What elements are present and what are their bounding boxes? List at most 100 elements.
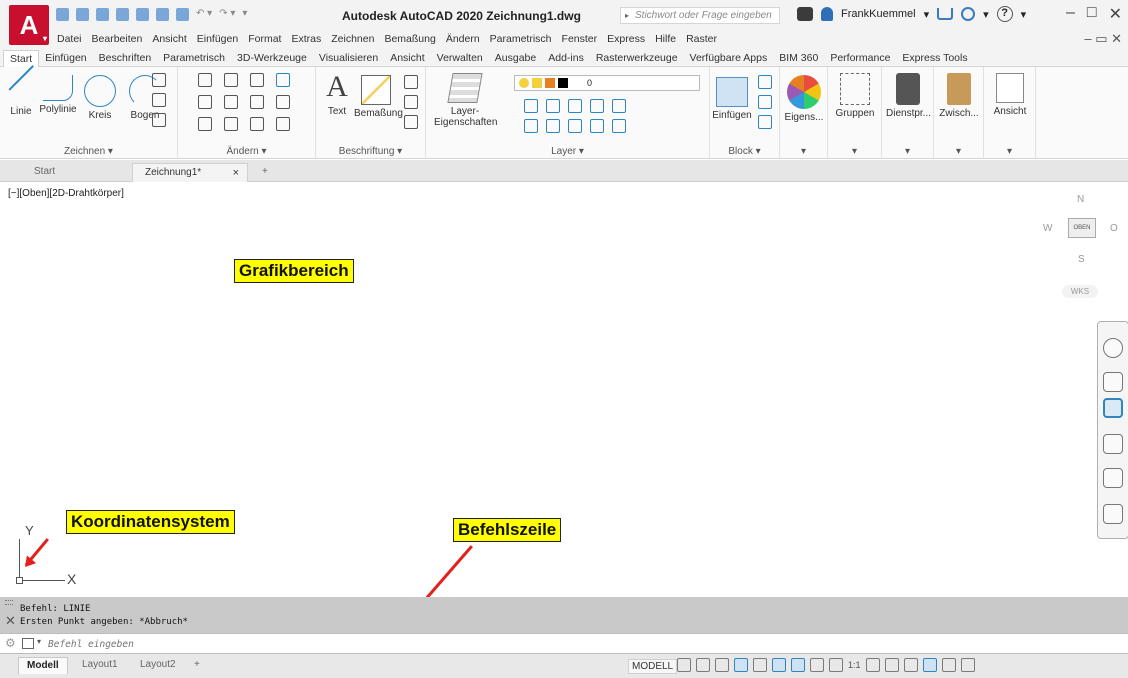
insert-block-tool[interactable]: Einfügen	[712, 77, 752, 121]
viewcube-east[interactable]: O	[1110, 223, 1118, 234]
table-icon[interactable]	[404, 115, 418, 129]
panel-title[interactable]: Block ▾	[710, 146, 779, 157]
fillet-icon[interactable]	[250, 95, 264, 109]
new-tab-button[interactable]: +	[250, 163, 280, 182]
chevron-down-icon[interactable]: ▾	[37, 637, 41, 646]
user-icon[interactable]	[821, 7, 833, 21]
panel-expand-icon[interactable]: ▾	[984, 146, 1035, 157]
copy-icon[interactable]	[198, 95, 212, 109]
chevron-down-icon[interactable]: ▾	[1021, 8, 1027, 21]
polar-tracking-icon[interactable]	[734, 658, 748, 672]
layer-properties-tool[interactable]: Layer- Eigenschaften	[434, 73, 497, 128]
ribbon-tab-14[interactable]: Express Tools	[896, 50, 973, 67]
username-label[interactable]: FrankKuemmel	[841, 8, 916, 20]
utilities-tool[interactable]: Dienstpr...	[886, 73, 931, 119]
ucs-origin-icon[interactable]	[16, 577, 23, 584]
annotation-scale[interactable]: 1:1	[848, 660, 861, 670]
layout-tab-layout2[interactable]: Layout2	[132, 657, 184, 674]
layer-tool-icon[interactable]	[524, 99, 538, 113]
customize-icon[interactable]: ⚙	[5, 636, 16, 650]
panel-title[interactable]: Zeichnen ▾	[0, 146, 177, 157]
layer-tool-icon[interactable]	[524, 119, 538, 133]
ribbon-tab-1[interactable]: Einfügen	[39, 50, 92, 67]
layout-tab-model[interactable]: Modell	[18, 657, 68, 674]
ribbon-tab-3[interactable]: Parametrisch	[157, 50, 231, 67]
polyline-tool[interactable]: Polylinie	[38, 75, 78, 115]
ribbon-tab-9[interactable]: Add-ins	[542, 50, 590, 67]
panel-title[interactable]: Ändern ▾	[178, 146, 315, 157]
command-input[interactable]	[48, 636, 1048, 652]
leader-icon[interactable]	[404, 95, 418, 109]
circle-tool[interactable]: Kreis	[82, 75, 118, 121]
rectangle-icon[interactable]	[152, 73, 166, 87]
panel-title[interactable]: Beschriftung ▾	[316, 146, 425, 157]
object-snap-tracking-icon[interactable]	[772, 658, 786, 672]
isolate-objects-icon[interactable]	[903, 658, 918, 672]
mirror-icon[interactable]	[224, 95, 238, 109]
menu-item-11[interactable]: Express	[607, 33, 645, 45]
help-search-input[interactable]: ▸ Stichwort oder Frage eingeben	[620, 7, 780, 24]
clean-screen-icon[interactable]	[941, 658, 956, 672]
orbit-icon[interactable]	[1103, 434, 1123, 454]
layer-tool-icon[interactable]	[590, 99, 604, 113]
menu-item-6[interactable]: Zeichnen	[331, 33, 374, 45]
scale-icon[interactable]	[224, 117, 238, 131]
viewcube-face[interactable]: OBEN	[1068, 218, 1096, 238]
annotation-visibility-icon[interactable]	[810, 658, 824, 672]
erase-icon[interactable]	[276, 73, 290, 87]
ribbon-tab-8[interactable]: Ausgabe	[489, 50, 542, 67]
move-icon[interactable]	[198, 73, 212, 87]
open-icon[interactable]	[76, 8, 89, 21]
layer-tool-icon[interactable]	[546, 119, 560, 133]
layer-tool-icon[interactable]	[568, 119, 582, 133]
ribbon-tab-4[interactable]: 3D-Werkzeuge	[231, 50, 313, 67]
dimension-tool[interactable]: Bemaßung	[354, 75, 403, 119]
application-menu-button[interactable]: A ▾	[9, 5, 49, 45]
ribbon-tab-2[interactable]: Beschriften	[93, 50, 158, 67]
drawing-area[interactable]: [−][Oben][2D-Drahtkörper] Grafikbereich …	[0, 183, 1128, 629]
ribbon-tab-10[interactable]: Rasterwerkzeuge	[590, 50, 684, 67]
layout-tab-layout1[interactable]: Layout1	[74, 657, 126, 674]
properties-tool[interactable]: Eigens...	[784, 75, 824, 123]
undo-icon[interactable]: ↶ ▾	[196, 8, 212, 21]
print-icon[interactable]	[176, 8, 189, 21]
zoom-extents-icon[interactable]	[1103, 398, 1123, 418]
ribbon-tab-0[interactable]: Start	[3, 50, 40, 67]
object-snap-icon[interactable]	[791, 658, 805, 672]
panel-title[interactable]: Layer ▾	[426, 146, 709, 157]
grid-icon[interactable]	[677, 658, 691, 672]
binoculars-search-icon[interactable]	[797, 7, 813, 21]
help-icon[interactable]: ?	[996, 6, 1013, 22]
menu-item-4[interactable]: Format	[248, 33, 281, 45]
layer-dropdown[interactable]: 0	[514, 75, 700, 91]
menu-item-1[interactable]: Bearbeiten	[92, 33, 143, 45]
create-block-icon[interactable]	[758, 75, 772, 89]
layer-tool-icon[interactable]	[590, 119, 604, 133]
steering-wheel-icon[interactable]	[1103, 338, 1123, 358]
close-tab-icon[interactable]: ×	[233, 164, 239, 182]
grip-icon[interactable]	[5, 600, 13, 605]
menu-item-2[interactable]: Ansicht	[152, 33, 186, 45]
clipboard-tool[interactable]: Zwisch...	[938, 73, 980, 119]
close-command-line-icon[interactable]: ✕	[5, 613, 16, 629]
menu-item-7[interactable]: Bemaßung	[384, 33, 435, 45]
explode-icon[interactable]	[276, 95, 290, 109]
layer-tool-icon[interactable]	[568, 99, 582, 113]
line-tool[interactable]: Linie	[4, 75, 38, 117]
viewcube-west[interactable]: W	[1043, 223, 1052, 234]
rotate-icon[interactable]	[224, 73, 238, 87]
menu-item-13[interactable]: Raster	[686, 33, 717, 45]
groups-tool[interactable]: Gruppen	[834, 73, 876, 119]
qat-customize-icon[interactable]: ▾	[242, 8, 247, 21]
plus-icon[interactable]	[884, 658, 899, 672]
autodesk-app-store-icon[interactable]	[961, 7, 976, 21]
showmotion-icon[interactable]	[1103, 468, 1123, 488]
menu-item-8[interactable]: Ändern	[446, 33, 480, 45]
panel-expand-icon[interactable]: ▾	[934, 146, 983, 157]
snap-icon[interactable]	[696, 658, 710, 672]
workspace-gear-icon[interactable]	[865, 658, 880, 672]
save-as-icon[interactable]	[116, 8, 129, 21]
chevron-down-icon[interactable]: ▾	[983, 8, 989, 21]
maximize-icon[interactable]: □	[1087, 4, 1097, 24]
layer-tool-icon[interactable]	[546, 99, 560, 113]
